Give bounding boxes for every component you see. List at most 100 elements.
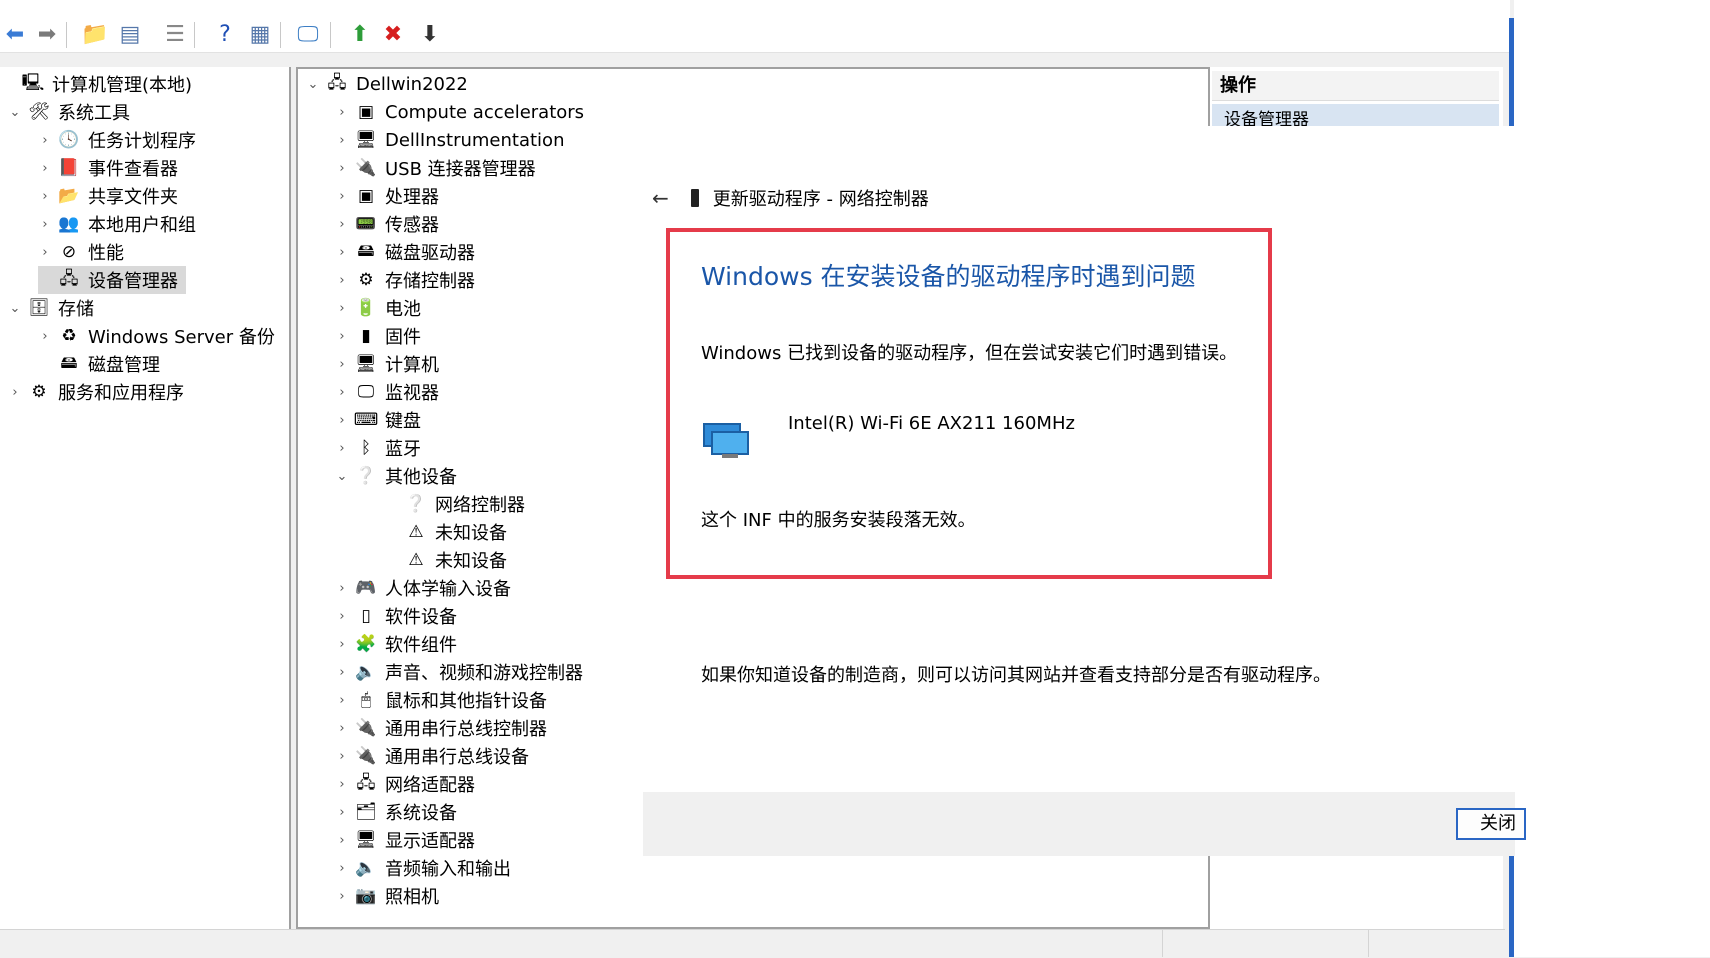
- console-tree-item[interactable]: 🖧 设备管理器: [38, 266, 186, 294]
- device-tree-item[interactable]: › 🔋 电池: [335, 294, 421, 322]
- close-button[interactable]: 关闭: [1456, 808, 1526, 840]
- device-tree-item[interactable]: › 🔌 通用串行总线设备: [335, 742, 529, 770]
- chevron-right-icon[interactable]: ›: [38, 329, 52, 344]
- device-tree-item[interactable]: › 🖥 计算机: [335, 350, 439, 378]
- console-tree-item[interactable]: › 📂 共享文件夹: [38, 182, 178, 210]
- device-tree-label: 处理器: [385, 187, 439, 208]
- chevron-right-icon[interactable]: ›: [335, 161, 349, 176]
- device-tree-item[interactable]: ⚠ 未知设备: [385, 546, 507, 574]
- console-tree-label: Windows Server 备份: [88, 327, 275, 348]
- chevron-right-icon[interactable]: ›: [335, 245, 349, 260]
- chevron-right-icon[interactable]: ›: [335, 889, 349, 904]
- console-tree-label: 设备管理器: [88, 271, 178, 292]
- chevron-right-icon[interactable]: ›: [335, 413, 349, 428]
- chevron-right-icon[interactable]: ›: [335, 357, 349, 372]
- device-tree-item[interactable]: › 🖧 网络适配器: [335, 770, 475, 798]
- chevron-right-icon[interactable]: ›: [38, 189, 52, 204]
- device-tree-item[interactable]: › ▮ 固件: [335, 322, 421, 350]
- help-icon[interactable]: ?: [210, 20, 240, 50]
- console-tree-item[interactable]: › ⚙ 服务和应用程序: [8, 378, 184, 406]
- up-folder-icon[interactable]: 📁: [80, 20, 110, 50]
- chevron-right-icon[interactable]: ›: [38, 217, 52, 232]
- chevron-right-icon[interactable]: ›: [335, 329, 349, 344]
- device-tree-item[interactable]: › 🖥 显示适配器: [335, 826, 475, 854]
- console-tree-item[interactable]: 🖳 计算机管理(本地): [2, 70, 192, 98]
- chevron-right-icon[interactable]: ›: [38, 161, 52, 176]
- chevron-right-icon[interactable]: ›: [38, 245, 52, 260]
- console-tree-item[interactable]: › 👥 本地用户和组: [38, 210, 196, 238]
- device-tree-item[interactable]: › 🔌 USB 连接器管理器: [335, 154, 535, 182]
- chevron-right-icon[interactable]: ›: [335, 861, 349, 876]
- device-tree-item[interactable]: › 🔈 音频输入和输出: [335, 854, 511, 882]
- chevron-right-icon[interactable]: ›: [38, 133, 52, 148]
- chevron-right-icon[interactable]: ›: [335, 189, 349, 204]
- chevron-right-icon[interactable]: ›: [335, 273, 349, 288]
- console-tree-item[interactable]: ⌄ 🗄 存储: [8, 294, 94, 322]
- chevron-right-icon[interactable]: ›: [335, 441, 349, 456]
- console-tree-item[interactable]: › 🕓 任务计划程序: [38, 126, 196, 154]
- chevron-down-icon[interactable]: ⌄: [335, 469, 349, 484]
- device-tree-item[interactable]: › 🔌 通用串行总线控制器: [335, 714, 547, 742]
- chevron-right-icon[interactable]: ›: [335, 777, 349, 792]
- chevron-right-icon[interactable]: ›: [335, 105, 349, 120]
- device-tree-item[interactable]: › 🔈 声音、视频和游戏控制器: [335, 658, 583, 686]
- device-tree-item[interactable]: ❔ 网络控制器: [385, 490, 525, 518]
- device-tree-label: 系统设备: [385, 803, 457, 824]
- device-tree-item[interactable]: › ▣ 处理器: [335, 182, 439, 210]
- chevron-right-icon[interactable]: ›: [335, 609, 349, 624]
- console-tree-item[interactable]: › 📕 事件查看器: [38, 154, 178, 182]
- back-icon[interactable]: ⬅: [0, 20, 30, 50]
- error-message: Windows 已找到设备的驱动程序，但在尝试安装它们时遇到错误。: [701, 343, 1238, 364]
- chevron-right-icon[interactable]: ›: [335, 133, 349, 148]
- console-tree-item[interactable]: › ⊘ 性能: [38, 238, 124, 266]
- uninstall-device-icon[interactable]: ✖: [378, 20, 408, 50]
- services-apps-icon: ⚙: [31, 382, 47, 402]
- chevron-right-icon[interactable]: ›: [335, 721, 349, 736]
- device-tree-item[interactable]: › 🖴 磁盘驱动器: [335, 238, 475, 266]
- device-tree-item[interactable]: › 📟 传感器: [335, 210, 439, 238]
- chevron-right-icon[interactable]: ›: [335, 749, 349, 764]
- back-arrow-icon[interactable]: ←: [652, 186, 669, 210]
- device-tree-item[interactable]: ⌄ 🖧 Dellwin2022: [306, 70, 468, 98]
- device-tree-item[interactable]: › ▣ Compute accelerators: [335, 98, 584, 126]
- chevron-right-icon[interactable]: ›: [335, 385, 349, 400]
- device-tree-item[interactable]: › 🖵 监视器: [335, 378, 439, 406]
- chevron-down-icon[interactable]: ⌄: [8, 105, 22, 120]
- update-driver-icon[interactable]: ⬇: [415, 20, 445, 50]
- device-tree-item[interactable]: › 🎮 人体学输入设备: [335, 574, 511, 602]
- chevron-right-icon[interactable]: ›: [8, 385, 22, 400]
- device-tree-item[interactable]: ⌄ ❔ 其他设备: [335, 462, 457, 490]
- properties-icon[interactable]: ☰: [160, 20, 190, 50]
- action-pane-icon[interactable]: ▦: [245, 20, 275, 50]
- other-devices-icon: ❔: [355, 466, 377, 486]
- forward-icon[interactable]: ➡: [32, 20, 62, 50]
- scan-hardware-icon[interactable]: 🖵: [293, 20, 323, 50]
- console-tree-item[interactable]: 🖴 磁盘管理: [38, 350, 160, 378]
- actions-device-manager-item[interactable]: 设备管理器: [1212, 104, 1499, 126]
- chevron-right-icon[interactable]: ›: [335, 637, 349, 652]
- device-tree-item[interactable]: › 🖱 鼠标和其他指针设备: [335, 686, 547, 714]
- device-tree-item[interactable]: › ▯ 软件设备: [335, 602, 457, 630]
- device-tree-item[interactable]: › ᛒ 蓝牙: [335, 434, 421, 462]
- console-tree-item[interactable]: › ♻ Windows Server 备份: [38, 322, 275, 350]
- device-tree-item[interactable]: › 🗂 系统设备: [335, 798, 457, 826]
- chevron-right-icon[interactable]: ›: [335, 693, 349, 708]
- device-tree-item[interactable]: › 📷 照相机: [335, 882, 439, 910]
- chevron-right-icon[interactable]: ›: [335, 581, 349, 596]
- device-tree-item[interactable]: › 🧩 软件组件: [335, 630, 457, 658]
- device-tree-item[interactable]: › ⚙ 存储控制器: [335, 266, 475, 294]
- device-tree-item[interactable]: › 🖥 DellInstrumentation: [335, 126, 564, 154]
- chevron-right-icon[interactable]: ›: [335, 217, 349, 232]
- chevron-right-icon[interactable]: ›: [335, 805, 349, 820]
- show-hide-tree-icon[interactable]: ▤: [115, 20, 145, 50]
- chevron-right-icon[interactable]: ›: [335, 301, 349, 316]
- console-tree-item[interactable]: ⌄ 🛠 系统工具: [8, 98, 130, 126]
- chevron-right-icon[interactable]: ›: [335, 665, 349, 680]
- device-icon: [690, 189, 699, 207]
- enable-device-icon[interactable]: ⬆: [345, 20, 375, 50]
- chevron-down-icon[interactable]: ⌄: [306, 77, 320, 92]
- chevron-down-icon[interactable]: ⌄: [8, 301, 22, 316]
- device-tree-item[interactable]: ⚠ 未知设备: [385, 518, 507, 546]
- chevron-right-icon[interactable]: ›: [335, 833, 349, 848]
- device-tree-item[interactable]: › ⌨ 键盘: [335, 406, 421, 434]
